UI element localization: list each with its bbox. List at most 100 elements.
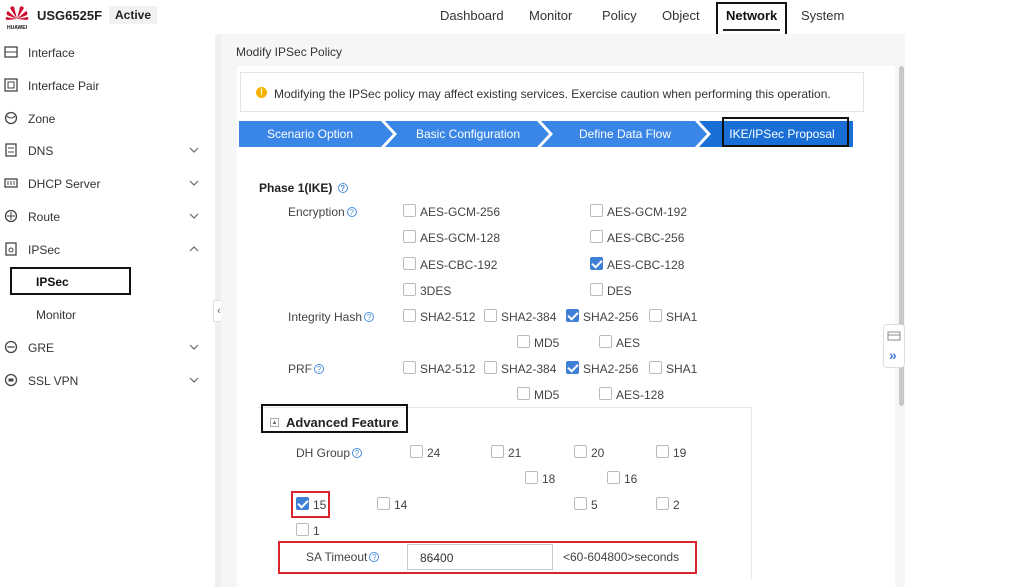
sidebar-item-label: Zone [28, 112, 56, 126]
encryption-option-checkbox[interactable] [403, 204, 416, 217]
help-icon[interactable]: ? [364, 312, 375, 322]
dh-group-option-checkbox[interactable] [410, 445, 423, 458]
sidebar-item-dhcp-server[interactable]: DHCP Server [0, 174, 215, 194]
encryption-option-checkbox[interactable] [590, 257, 603, 270]
tools-icon [887, 331, 901, 341]
prf-option-label: SHA2-384 [501, 362, 557, 376]
step-label: Scenario Option [267, 127, 353, 141]
integrity-hash-label: Integrity Hash? [288, 310, 375, 324]
floating-toolbar[interactable]: » [883, 324, 905, 368]
prf-option-checkbox[interactable] [484, 361, 497, 374]
dh-group-label: DH Group? [296, 446, 363, 460]
dh-group-option-checkbox[interactable] [296, 523, 309, 536]
encryption-option-label: AES-GCM-256 [420, 205, 501, 219]
chevron-up-icon [189, 246, 199, 252]
prf-option-label: SHA2-256 [583, 362, 639, 376]
sidebar-item-label: IPSec [28, 243, 61, 257]
sidebar-item-route[interactable]: Route [0, 207, 215, 227]
sslvpn-icon [4, 373, 18, 387]
dh-group-option-checkbox[interactable] [574, 497, 587, 510]
gre-icon [4, 340, 18, 354]
sidebar-subitem-monitor[interactable]: Monitor [36, 308, 76, 322]
prf-option-label: SHA1 [666, 362, 698, 376]
dh-group-option-checkbox[interactable] [377, 497, 390, 510]
integrity-option-checkbox[interactable] [484, 309, 497, 322]
prf-option-checkbox[interactable] [599, 387, 612, 400]
encryption-option-checkbox[interactable] [590, 204, 603, 217]
help-icon[interactable]: ? [346, 207, 357, 217]
encryption-option-checkbox[interactable] [403, 283, 416, 296]
highlight-current-step [722, 117, 849, 147]
help-icon[interactable]: ? [314, 364, 324, 374]
encryption-option-checkbox[interactable] [590, 283, 603, 296]
chevron-down-icon [189, 213, 199, 219]
ipsec-icon [5, 242, 17, 256]
integrity-option-label: SHA2-512 [420, 310, 476, 324]
interface-icon [4, 46, 18, 58]
integrity-option-checkbox[interactable] [403, 309, 416, 322]
prf-option-label: SHA2-512 [420, 362, 476, 376]
help-icon[interactable]: ? [337, 183, 348, 193]
sidebar-item-interface[interactable]: Interface [0, 43, 215, 63]
step-label: Basic Configuration [416, 127, 520, 141]
encryption-label: Encryption? [288, 205, 357, 219]
encryption-option-checkbox[interactable] [403, 257, 416, 270]
sidebar-item-zone[interactable]: Zone [0, 109, 215, 129]
integrity-option-label: MD5 [534, 336, 560, 350]
nav-object[interactable]: Object [662, 8, 700, 23]
dh-group-option-checkbox[interactable] [656, 445, 669, 458]
dh-group-option-checkbox[interactable] [574, 445, 587, 458]
encryption-option-label: AES-CBC-128 [607, 258, 685, 272]
help-icon[interactable]: ? [352, 448, 363, 458]
encryption-option-checkbox[interactable] [403, 230, 416, 243]
nav-dashboard[interactable]: Dashboard [440, 8, 504, 23]
chevron-down-icon [189, 147, 199, 153]
prf-option-checkbox[interactable] [403, 361, 416, 374]
prf-option-checkbox[interactable] [649, 361, 662, 374]
dh-group-option-checkbox[interactable] [296, 497, 309, 510]
dh-group-option-checkbox[interactable] [607, 471, 620, 484]
integrity-option-label: SHA1 [666, 310, 698, 324]
prf-option-checkbox[interactable] [517, 387, 530, 400]
integrity-option-checkbox[interactable] [649, 309, 662, 322]
dh-group-option-checkbox[interactable] [491, 445, 504, 458]
sidebar-item-ipsec[interactable]: IPSec [0, 240, 215, 260]
dhcp-icon [4, 178, 18, 188]
step-label: Define Data Flow [579, 127, 671, 141]
dh-group-option-label: 20 [591, 446, 605, 460]
integrity-option-label: AES [616, 336, 641, 350]
nav-monitor[interactable]: Monitor [529, 8, 572, 23]
prf-option-label: AES-128 [616, 388, 665, 402]
encryption-option-label: AES-CBC-192 [420, 258, 498, 272]
encryption-option-checkbox[interactable] [590, 230, 603, 243]
sidebar-item-label: Interface Pair [28, 79, 100, 93]
nav-policy[interactable]: Policy [602, 8, 637, 23]
sidebar-item-interface-pair[interactable]: Interface Pair [0, 76, 215, 96]
notice-text: Modifying the IPSec policy may affect ex… [274, 87, 831, 101]
dh-group-option-label: 5 [591, 498, 598, 512]
page-title: Modify IPSec Policy [236, 45, 343, 59]
integrity-option-checkbox[interactable] [517, 335, 530, 348]
interface-pair-icon [4, 78, 18, 92]
nav-system[interactable]: System [801, 8, 844, 23]
integrity-option-checkbox[interactable] [566, 309, 579, 322]
chevron-down-icon [189, 377, 199, 383]
sidebar-item-label: SSL VPN [28, 374, 79, 388]
sidebar-item-ssl-vpn[interactable]: SSL VPN [0, 371, 215, 391]
dh-group-option-checkbox[interactable] [656, 497, 669, 510]
integrity-option-checkbox[interactable] [599, 335, 612, 348]
svg-text:HUAWEI: HUAWEI [7, 25, 28, 31]
dh-group-option-checkbox[interactable] [525, 471, 538, 484]
prf-option-checkbox[interactable] [566, 361, 579, 374]
dh-group-option-label: 16 [624, 472, 638, 486]
dh-group-option-label: 21 [508, 446, 522, 460]
expand-icon: » [889, 347, 897, 363]
sidebar-item-label: GRE [28, 341, 55, 355]
warning-icon: ! [256, 87, 267, 98]
sidebar-item-dns[interactable]: DNS [0, 141, 215, 161]
encryption-option-label: DES [607, 284, 632, 298]
chevron-down-icon [189, 344, 199, 350]
phase1-title: Phase 1(IKE) ? [259, 181, 348, 195]
sidebar-item-gre[interactable]: GRE [0, 338, 215, 358]
huawei-logo: HUAWEI [5, 6, 29, 31]
